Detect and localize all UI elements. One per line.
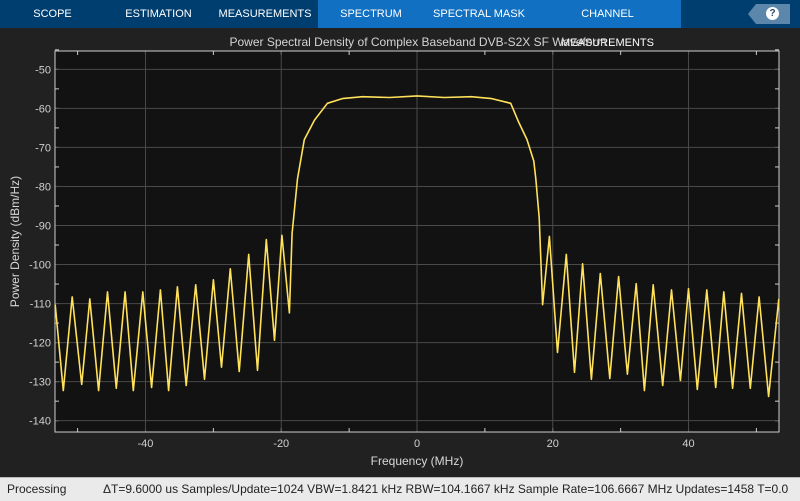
x-tick-label: -40	[138, 438, 154, 450]
y-tick-label: -90	[35, 220, 51, 232]
y-axis-label: Power Density (dBm/Hz)	[8, 176, 22, 307]
y-tick-label: -80	[35, 181, 51, 193]
y-tick-label: -130	[29, 377, 51, 389]
y-tick-label: -60	[35, 103, 51, 115]
x-tick-label: 40	[682, 438, 694, 450]
y-tick-label: -100	[29, 260, 51, 272]
y-tick-label: -120	[29, 338, 51, 350]
status-state: Processing	[7, 482, 67, 496]
y-tick-label: -110	[30, 299, 51, 311]
y-tick-label: -140	[29, 416, 51, 428]
y-tick-label: -50	[35, 64, 51, 76]
spectrum-plot: -40 -20 0 20 40 -50 -60 -70 -80 -90 -100 -110 -120 -1…	[8, 49, 780, 468]
x-tick-label: 20	[547, 438, 559, 450]
x-axis-label: Frequency (MHz)	[371, 454, 464, 468]
status-measurements: ΔT=9.6000 us Samples/Update=1024 VBW=1.8…	[103, 482, 789, 496]
x-tick-label: -20	[273, 438, 289, 450]
x-tick-label: 0	[414, 438, 420, 450]
y-tick-label: -70	[35, 142, 51, 154]
status-bar: Processing ΔT=9.6000 us Samples/Update=1…	[0, 477, 800, 501]
